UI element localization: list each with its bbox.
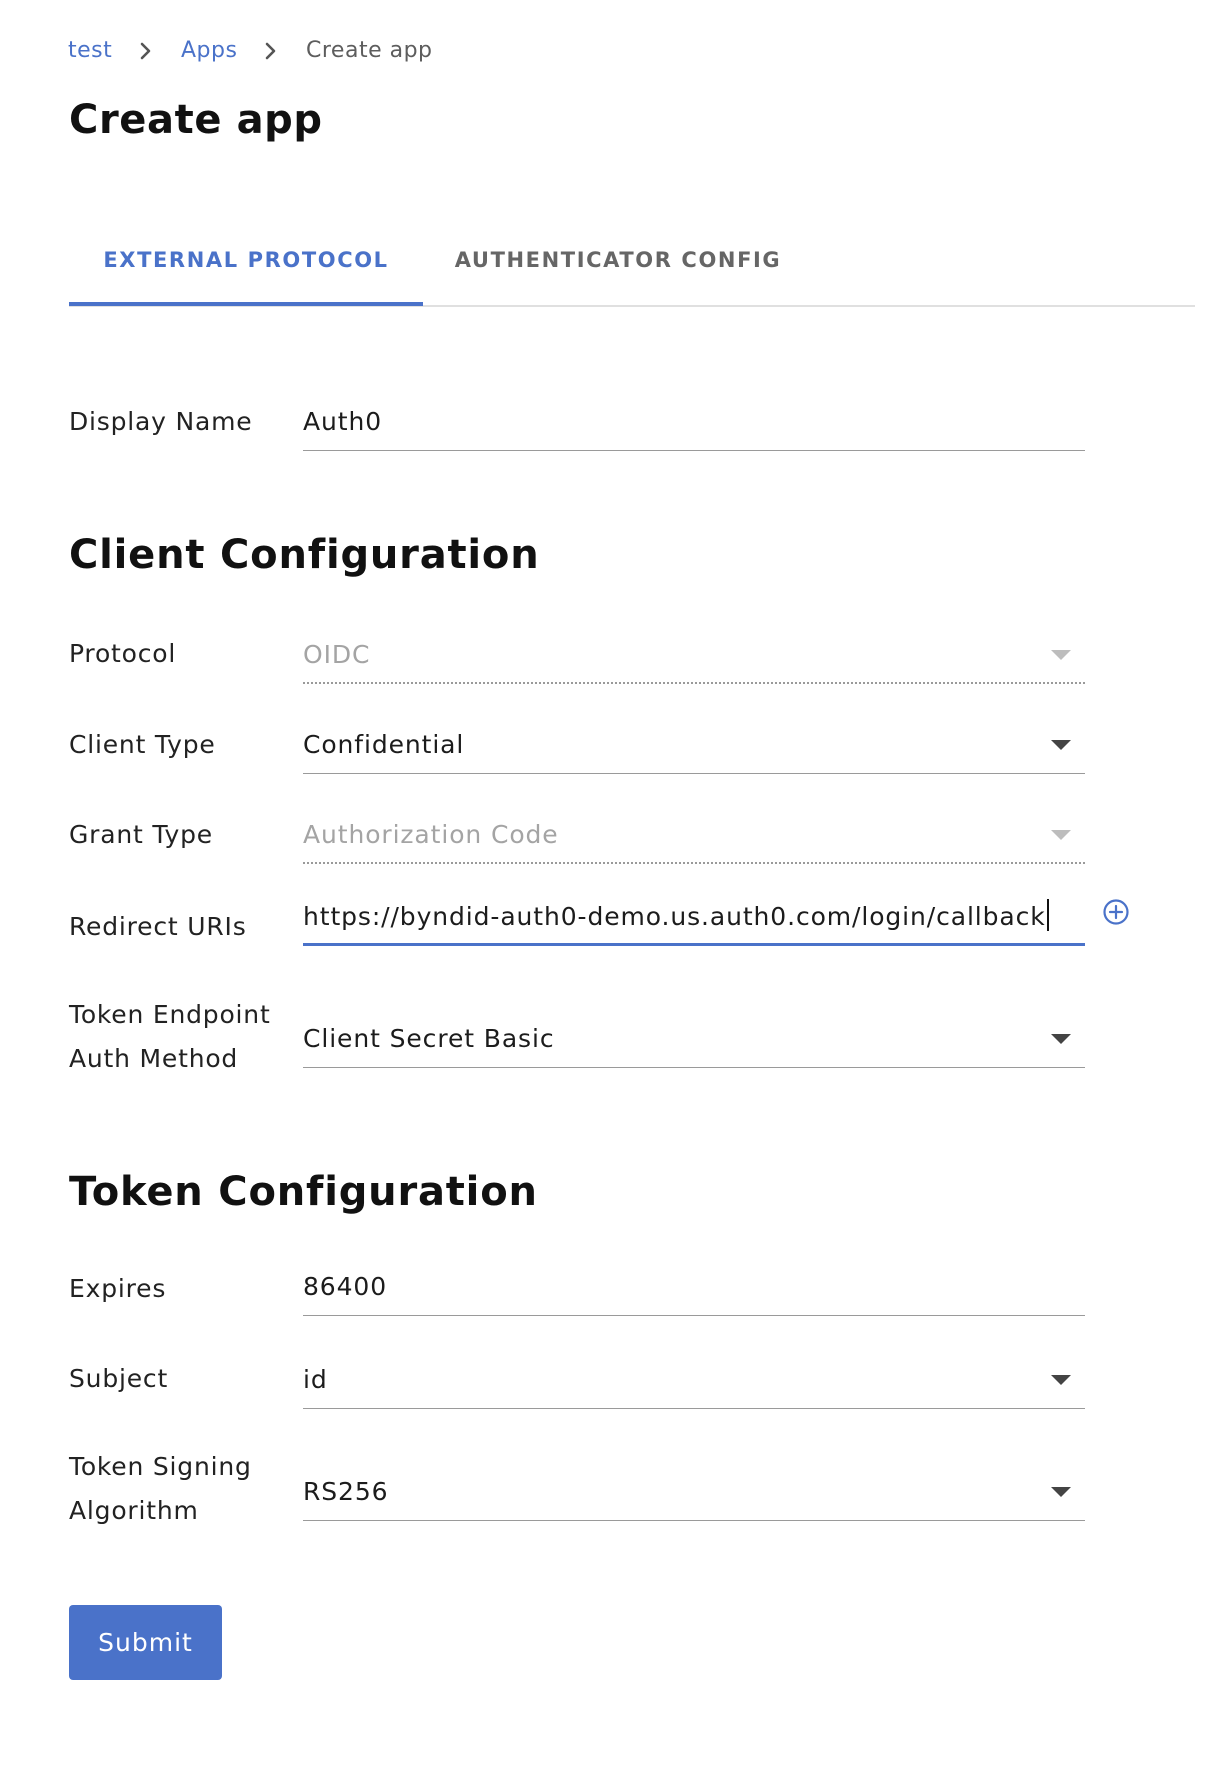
display-name-label: Display Name <box>69 407 253 436</box>
breadcrumb-link-apps[interactable]: Apps <box>181 36 237 66</box>
token-signing-label-line2: Algorithm <box>69 1496 199 1525</box>
tab-active-indicator <box>69 302 423 306</box>
field-underline <box>303 862 1085 864</box>
grant-type-value: Authorization Code <box>303 820 559 849</box>
client-configuration-heading: Client Configuration <box>69 532 540 578</box>
grant-type-select: Authorization Code <box>303 812 1085 864</box>
chevron-right-icon <box>131 36 161 66</box>
redirect-uris-label: Redirect URIs <box>69 912 247 941</box>
tab-external-protocol[interactable]: EXTERNAL PROTOCOL <box>69 242 423 306</box>
redirect-uris-input[interactable]: https://byndid-auth0-demo.us.auth0.com/l… <box>303 894 1085 946</box>
breadcrumb-link-test[interactable]: test <box>68 36 112 66</box>
chevron-down-icon <box>1051 740 1071 750</box>
add-circle-icon[interactable] <box>1101 897 1131 927</box>
field-underline-focused <box>303 943 1085 946</box>
chevron-down-icon <box>1051 1375 1071 1385</box>
field-underline <box>303 773 1085 774</box>
grant-type-label: Grant Type <box>69 820 213 849</box>
expires-value: 86400 <box>303 1272 388 1301</box>
chevron-down-icon <box>1051 650 1071 660</box>
breadcrumb-current: Create app <box>306 38 433 63</box>
field-underline <box>303 1520 1085 1521</box>
protocol-select: OIDC <box>303 632 1085 684</box>
client-type-label: Client Type <box>69 730 216 759</box>
protocol-value: OIDC <box>303 640 371 669</box>
field-underline <box>303 1408 1085 1409</box>
tab-authenticator-config[interactable]: AUTHENTICATOR CONFIG <box>423 242 813 306</box>
subject-select[interactable]: id <box>303 1356 1085 1409</box>
token-signing-value: RS256 <box>303 1477 389 1506</box>
chevron-down-icon <box>1051 830 1071 840</box>
chevron-down-icon <box>1051 1487 1071 1497</box>
token-signing-select[interactable]: RS256 <box>303 1468 1085 1521</box>
redirect-uris-value-wrap: https://byndid-auth0-demo.us.auth0.com/l… <box>303 899 1049 934</box>
submit-button[interactable]: Submit <box>69 1605 222 1680</box>
redirect-uris-value: https://byndid-auth0-demo.us.auth0.com/l… <box>303 902 1046 931</box>
display-name-value: Auth0 <box>303 407 382 436</box>
token-endpoint-auth-value: Client Secret Basic <box>303 1024 555 1053</box>
field-underline <box>303 1067 1085 1068</box>
token-endpoint-auth-label-line2: Auth Method <box>69 1044 239 1073</box>
text-cursor <box>1046 899 1049 931</box>
field-underline <box>303 450 1085 451</box>
page-title: Create app <box>69 97 323 143</box>
client-type-select[interactable]: Confidential <box>303 722 1085 774</box>
chevron-down-icon <box>1051 1034 1071 1044</box>
token-signing-label-line1: Token Signing <box>69 1452 252 1481</box>
chevron-right-icon <box>256 36 286 66</box>
token-endpoint-auth-label-line1: Token Endpoint <box>69 1000 271 1029</box>
field-underline <box>303 1315 1085 1316</box>
expires-input[interactable]: 86400 <box>303 1264 1085 1316</box>
display-name-input[interactable]: Auth0 <box>303 398 1085 451</box>
subject-label: Subject <box>69 1364 169 1393</box>
token-configuration-heading: Token Configuration <box>69 1169 538 1215</box>
field-underline <box>303 682 1085 684</box>
protocol-label: Protocol <box>69 639 177 668</box>
subject-value: id <box>303 1365 328 1394</box>
token-endpoint-auth-select[interactable]: Client Secret Basic <box>303 1016 1085 1068</box>
client-type-value: Confidential <box>303 730 465 759</box>
expires-label: Expires <box>69 1274 167 1303</box>
